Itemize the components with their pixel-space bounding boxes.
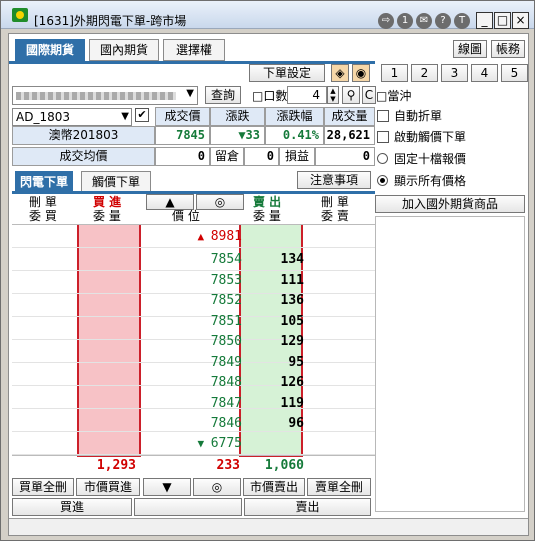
account-masked <box>16 92 176 100</box>
reset-button[interactable]: C <box>362 86 376 104</box>
pl-value: 0 <box>315 147 375 166</box>
hdr-cancel-buy: 刪 單 <box>29 195 57 209</box>
pin-icon[interactable]: ⚲ <box>342 86 360 104</box>
forward-icon[interactable]: ⇨ <box>378 13 394 29</box>
eye-icon[interactable]: ◉ <box>352 64 370 82</box>
scroll-up-button[interactable]: ▲ <box>146 194 194 210</box>
ladder-top-row[interactable]: ▲ 8981 <box>12 225 372 248</box>
volume: 28,621 <box>324 126 375 145</box>
tab-options[interactable]: 選擇權 <box>163 39 225 61</box>
app-logo-icon <box>12 8 28 22</box>
qty-preset-4[interactable]: 4 <box>471 64 498 82</box>
status-bar <box>9 518 528 535</box>
scroll-down-button[interactable]: ▼ <box>143 478 191 496</box>
hdr-entrust-buy: 委 買 <box>29 209 57 223</box>
fixed-ten-label: 固定十檔報價 <box>394 152 467 166</box>
qty-stepper[interactable]: ▲ ▼ <box>327 86 339 104</box>
show-all-radio[interactable] <box>377 175 388 186</box>
account-select[interactable]: ▼ <box>12 86 198 105</box>
maximize-button[interactable]: □ <box>494 12 511 29</box>
main-panel: 國際期貨 國內期貨 選擇權 線圖 帳務 下單設定 ◈ ◉ 1 2 3 4 5 ▼… <box>8 33 529 536</box>
tab-domestic-futures[interactable]: 國內期貨 <box>89 39 159 61</box>
price-change: ▼33 <box>210 126 265 145</box>
touch-order-label: 啟動觸價下單 <box>394 130 467 144</box>
help-icon[interactable]: ? <box>435 13 451 29</box>
show-all-label: 顯示所有價格 <box>394 174 467 188</box>
app-window: [1631]外期閃電下單-跨市場 ⇨ 1 ✉ ? T _ □ × 國際期貨 國內… <box>0 0 535 541</box>
hdr-price: 價 位 <box>172 209 200 223</box>
market-sell-button[interactable]: 市價賣出 <box>243 478 305 496</box>
add-intl-futures-button[interactable]: 加入國外期貨商品 <box>375 195 525 213</box>
last-price: 7845 <box>155 126 210 145</box>
cancel-all-sell-button[interactable]: 賣單全刪 <box>307 478 371 496</box>
top-price: ▲ 8981 <box>197 229 242 244</box>
one-icon[interactable]: 1 <box>397 13 413 29</box>
window-title: [1631]外期閃電下單-跨市場 <box>34 14 187 28</box>
diamond-icon[interactable]: ◈ <box>331 64 349 82</box>
text-icon[interactable]: T <box>454 13 470 29</box>
qty-input[interactable]: 4 <box>287 86 327 104</box>
ladder-bottom-row[interactable]: ▼ 6775 <box>12 432 372 455</box>
hdr-cancel-sell: 刪 單 <box>321 195 349 209</box>
tab-intl-futures[interactable]: 國際期貨 <box>15 39 85 61</box>
total-sell: 1,060 <box>264 458 304 473</box>
hdr-sell-qty: 委 量 <box>253 209 281 223</box>
auto-split-checkbox[interactable] <box>377 110 389 122</box>
notice-button[interactable]: 注意事項 <box>297 171 371 189</box>
hdr-sell: 賣 出 <box>253 195 282 209</box>
qty-preset-3[interactable]: 3 <box>441 64 468 82</box>
intl-futures-list <box>375 216 525 512</box>
mail-icon[interactable]: ✉ <box>416 13 432 29</box>
hdr-buy: 買 進 <box>93 195 122 209</box>
hdr-volume: 成交量 <box>324 107 375 126</box>
center-button[interactable]: ◎ <box>196 194 244 210</box>
hdr-last: 成交價 <box>155 107 210 126</box>
cancel-all-buy-button[interactable]: 買單全刪 <box>12 478 74 496</box>
sell-button[interactable]: 賣出 <box>244 498 371 516</box>
order-settings-button[interactable]: 下單設定 <box>249 64 325 82</box>
minimize-button[interactable]: _ <box>476 12 493 29</box>
totals-row: 1,293 233 1,060 <box>12 455 375 478</box>
total-buy: 1,293 <box>96 458 136 473</box>
hdr-buy-qty: 委 量 <box>93 209 121 223</box>
chevron-down-icon: ▼ <box>186 88 194 99</box>
avg-price-value: 0 <box>155 147 210 166</box>
qty-preset-5[interactable]: 5 <box>501 64 528 82</box>
hdr-entrust-sell: 委 賣 <box>321 209 349 223</box>
qty-preset-1[interactable]: 1 <box>381 64 408 82</box>
buy-button[interactable]: 買進 <box>12 498 132 516</box>
query-button[interactable]: 查詢 <box>205 86 241 104</box>
qty-label: □口數 <box>252 89 288 103</box>
chevron-down-icon: ▼ <box>121 111 129 122</box>
touch-order-checkbox[interactable] <box>377 131 389 143</box>
bottom-price: ▼ 6775 <box>197 436 242 451</box>
price-change-pct: 0.41% <box>265 126 324 145</box>
contract-name: 澳幣201803 <box>12 126 155 145</box>
hold-value: 0 <box>244 147 279 166</box>
title-bar: [1631]外期閃電下單-跨市場 ⇨ 1 ✉ ? T _ □ × <box>1 1 534 29</box>
day-trade-label[interactable]: □當沖 <box>376 89 411 103</box>
market-buy-button[interactable]: 市價買進 <box>76 478 140 496</box>
center-bottom-button[interactable]: ◎ <box>193 478 241 496</box>
tab-flash-order[interactable]: 閃電下單 <box>15 171 73 193</box>
ladder-header: 刪 單 委 買 買 進 委 量 ▲ ◎ 價 位 賣 出 委 量 刪 單 委 賣 <box>9 194 375 224</box>
fixed-ten-radio[interactable] <box>377 153 388 164</box>
hdr-change: 漲跌 <box>210 107 265 126</box>
middle-blank-button[interactable] <box>134 498 242 516</box>
hold-label: 留倉 <box>210 147 244 166</box>
close-button[interactable]: × <box>512 12 529 29</box>
total-diff: 233 <box>216 458 240 473</box>
qty-preset-2[interactable]: 2 <box>411 64 438 82</box>
auto-split-label: 自動折單 <box>394 109 443 123</box>
avg-price-label: 成交均價 <box>12 147 155 166</box>
contract-select[interactable]: AD_1803 ▼ <box>12 108 132 126</box>
hdr-pct: 漲跌幅 <box>265 107 324 126</box>
chart-button[interactable]: 線圖 <box>453 40 487 58</box>
contract-checkbox[interactable]: ✔ <box>135 108 149 122</box>
price-ladder[interactable]: ▲ 8981 7854 134 7853 111 7852 136 7851 105 7850 1… <box>12 224 375 478</box>
account-button[interactable]: 帳務 <box>491 40 525 58</box>
tab-touch-order[interactable]: 觸價下單 <box>81 171 151 193</box>
pl-label: 損益 <box>279 147 315 166</box>
